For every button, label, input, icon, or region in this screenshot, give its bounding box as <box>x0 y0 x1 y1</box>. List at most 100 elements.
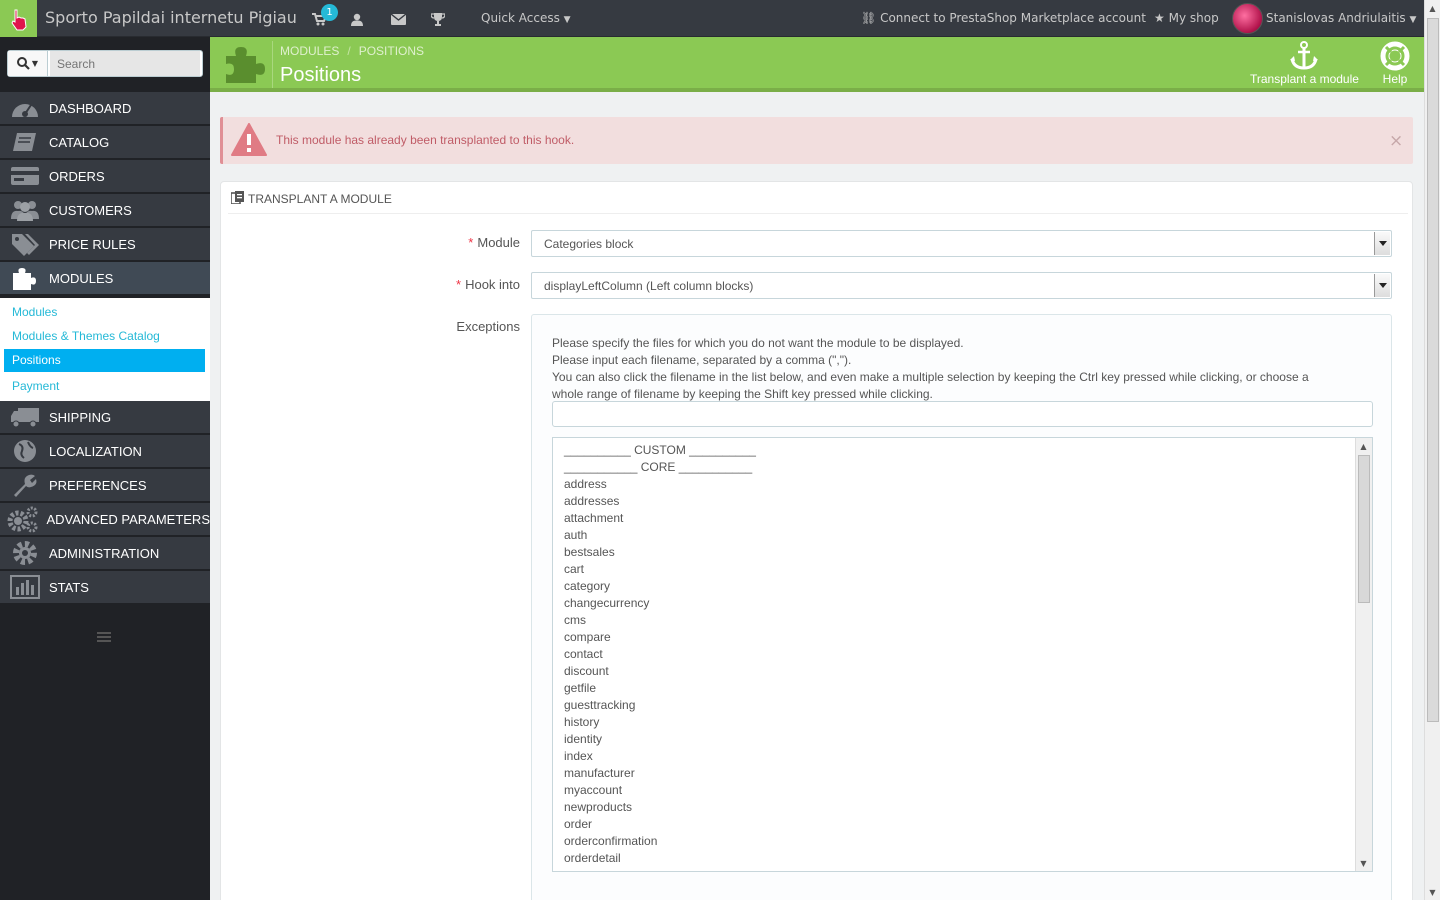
puzzle-icon <box>224 42 266 84</box>
menu-label: ADMINISTRATION <box>49 545 160 561</box>
menu-label: ADVANCED PARAMETERS <box>46 511 211 527</box>
user-icon[interactable] <box>347 9 367 29</box>
list-item[interactable]: orderdetail <box>564 851 621 868</box>
quick-access-dropdown[interactable]: Quick Access ▼ <box>481 11 571 25</box>
panel-title: TRANSPLANT A MODULE <box>248 192 392 206</box>
menu-item-stats[interactable]: STATS <box>0 571 210 604</box>
list-item[interactable]: order <box>564 817 592 834</box>
error-alert: This module has already been transplante… <box>220 117 1413 164</box>
list-item[interactable]: addresses <box>564 494 619 511</box>
search-type-button[interactable]: ▼ <box>8 51 48 76</box>
scrollbar-thumb[interactable] <box>1358 455 1370 603</box>
marketplace-connect-link[interactable]: ⛓ Connect to PrestaShop Marketplace acco… <box>861 11 1146 25</box>
my-shop-link[interactable]: ★ My shop <box>1154 11 1219 25</box>
list-item[interactable]: cms <box>564 613 586 630</box>
page-scrollbar[interactable]: ▲ ▼ <box>1424 0 1440 900</box>
menu-item-price-rules[interactable]: PRICE RULES <box>0 228 210 261</box>
list-item[interactable]: manufacturer <box>564 766 635 783</box>
prestashop-logo[interactable] <box>0 0 37 37</box>
hook-select[interactable]: displayLeftColumn (Left column blocks) <box>531 272 1392 299</box>
submenu-item-catalog[interactable]: Modules & Themes Catalog <box>4 325 205 348</box>
menu-item-orders[interactable]: ORDERS <box>0 160 210 193</box>
list-item[interactable]: compare <box>564 630 611 647</box>
required-marker: * <box>456 277 462 292</box>
menu-item-customers[interactable]: CUSTOMERS <box>0 194 210 227</box>
list-item[interactable]: auth <box>564 528 587 545</box>
list-scrollbar[interactable]: ▲ ▼ <box>1355 438 1372 871</box>
employee-menu[interactable]: Stanislovas Andriulaitis ▼ <box>1266 11 1416 25</box>
search-input[interactable] <box>50 51 200 76</box>
user-name-label: Stanislovas Andriulaitis <box>1266 11 1406 25</box>
help-button[interactable]: Help <box>1380 40 1410 86</box>
shop-name-link[interactable]: Sporto Papildai internetu Pigiau <box>45 8 297 27</box>
submenu-item-positions[interactable]: Positions <box>4 349 205 372</box>
list-item[interactable]: cart <box>564 562 584 579</box>
menu-item-modules[interactable]: MODULES <box>0 262 210 295</box>
list-item[interactable]: index <box>564 749 593 766</box>
list-item[interactable]: discount <box>564 664 609 681</box>
alert-message: This module has already been transplante… <box>276 133 575 147</box>
list-item[interactable]: contact <box>564 647 603 664</box>
panel-heading: TRANSPLANT A MODULE <box>228 188 1408 214</box>
scrollbar-thumb[interactable] <box>1427 18 1439 722</box>
list-item[interactable]: history <box>564 715 599 732</box>
collapse-menu-icon[interactable] <box>97 631 111 646</box>
list-item[interactable]: guesttracking <box>564 698 635 715</box>
menu-item-shipping[interactable]: SHIPPING <box>0 401 210 434</box>
page-title: Positions <box>280 64 362 86</box>
close-icon[interactable]: × <box>1389 131 1403 151</box>
transplant-module-button[interactable]: Transplant a module <box>1250 40 1359 86</box>
page-header: MODULES / POSITIONS Positions Transplant a… <box>210 37 1424 92</box>
breadcrumb-item[interactable]: MODULES <box>280 44 339 58</box>
menu-label: LOCALIZATION <box>49 443 142 459</box>
list-item[interactable]: orderconfirmation <box>564 834 657 851</box>
list-item[interactable]: getfile <box>564 681 596 698</box>
envelope-icon[interactable] <box>388 9 408 29</box>
menu-item-dashboard[interactable]: DASHBOARD <box>0 92 210 125</box>
scroll-up-icon[interactable]: ▲ <box>1356 438 1371 454</box>
menu-item-administration[interactable]: ADMINISTRATION <box>0 537 210 570</box>
list-item[interactable]: ___________ CORE ___________ <box>564 460 752 477</box>
list-item[interactable]: __________ CUSTOM __________ <box>564 443 756 460</box>
list-item[interactable]: address <box>564 477 607 494</box>
submenu-item-payment[interactable]: Payment <box>4 375 205 398</box>
breadcrumb-item[interactable]: POSITIONS <box>359 44 424 58</box>
list-item[interactable]: identity <box>564 732 602 749</box>
puzzle-icon <box>0 262 49 295</box>
scroll-down-icon[interactable]: ▼ <box>1356 855 1371 871</box>
book-icon <box>0 126 49 159</box>
module-select[interactable]: Categories block <box>531 230 1392 257</box>
help-text: Please input each filename, separated by… <box>552 353 852 367</box>
warning-icon <box>231 123 267 157</box>
exceptions-input[interactable] <box>552 401 1373 427</box>
scroll-down-icon[interactable]: ▼ <box>1425 884 1440 900</box>
scroll-up-icon[interactable]: ▲ <box>1425 0 1440 16</box>
tags-icon <box>0 228 49 261</box>
avatar[interactable] <box>1232 3 1263 34</box>
menu-item-localization[interactable]: LOCALIZATION <box>0 435 210 468</box>
list-item[interactable]: bestsales <box>564 545 615 562</box>
module-select-value: Categories block <box>544 237 634 251</box>
trophy-icon[interactable] <box>428 9 448 29</box>
list-item[interactable]: attachment <box>564 511 623 528</box>
menu-label: MODULES <box>49 270 114 286</box>
search-icon <box>16 57 30 70</box>
pointer-hand-icon <box>10 9 27 30</box>
wrench-icon <box>0 469 49 502</box>
help-text: Please specify the files for which you d… <box>552 336 964 350</box>
exceptions-file-list[interactable]: __________ CUSTOM __________ ___________… <box>552 437 1373 872</box>
list-item[interactable]: myaccount <box>564 783 622 800</box>
menu-label: DASHBOARD <box>49 100 132 116</box>
list-item[interactable]: changecurrency <box>564 596 649 613</box>
hook-select-value: displayLeftColumn (Left column blocks) <box>544 279 754 293</box>
menu-item-catalog[interactable]: CATALOG <box>0 126 210 159</box>
top-bar: Sporto Papildai internetu Pigiau 1 Quick… <box>0 0 1424 37</box>
list-item[interactable]: newproducts <box>564 800 632 817</box>
truck-icon <box>0 401 49 434</box>
menu-item-preferences[interactable]: PREFERENCES <box>0 469 210 502</box>
list-item[interactable]: category <box>564 579 610 596</box>
module-label-text: Module <box>477 235 520 250</box>
menu-label: STATS <box>49 579 89 595</box>
menu-item-advanced-parameters[interactable]: ADVANCED PARAMETERS <box>0 503 210 536</box>
submenu-item-modules[interactable]: Modules <box>4 301 205 324</box>
